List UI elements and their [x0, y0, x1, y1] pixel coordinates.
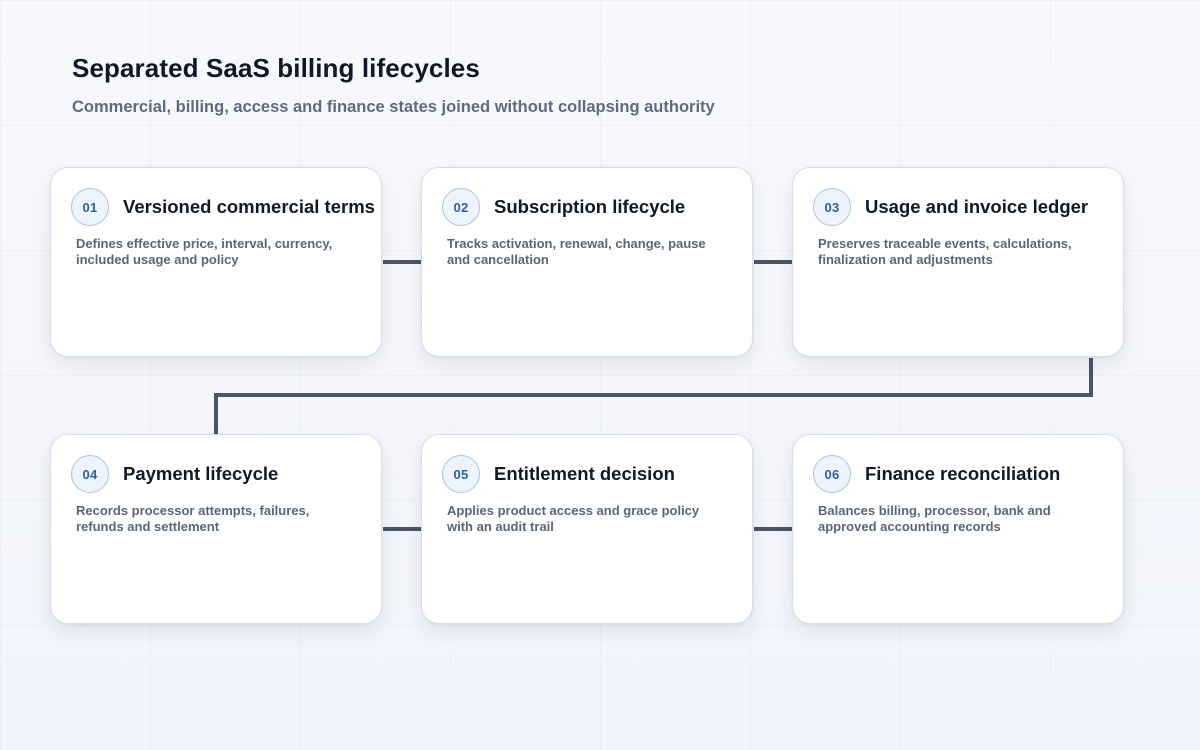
step-number-badge: 05 [442, 455, 480, 493]
step-title: Entitlement decision [494, 463, 675, 484]
step-title: Versioned commercial terms [123, 196, 375, 217]
step-description: Balances billing, processor, bank and ap… [818, 503, 1051, 534]
step-number-badge: 02 [442, 188, 480, 226]
step-card-02: 02 Subscription lifecycle Tracks activat… [421, 167, 753, 357]
page-title: Separated SaaS billing lifecycles [72, 53, 480, 83]
step-description: Records processor attempts, failures, re… [76, 503, 310, 534]
step-number-badge: 04 [71, 455, 109, 493]
step-card-05: 05 Entitlement decision Applies product … [421, 434, 753, 624]
step-card-03: 03 Usage and invoice ledger Preserves tr… [792, 167, 1124, 357]
step-number-badge: 01 [71, 188, 109, 226]
step-title: Usage and invoice ledger [865, 196, 1089, 217]
step-title: Finance reconciliation [865, 463, 1061, 484]
step-description: Applies product access and grace policy … [447, 503, 700, 534]
step-description: Tracks activation, renewal, change, paus… [447, 236, 706, 267]
step-description: Preserves traceable events, calculations… [818, 236, 1072, 267]
step-card-06: 06 Finance reconciliation Balances billi… [792, 434, 1124, 624]
page-subtitle: Commercial, billing, access and finance … [72, 98, 715, 116]
diagram-header: Separated SaaS billing lifecycles Commer… [72, 52, 1122, 118]
step-title: Payment lifecycle [123, 463, 279, 484]
step-title: Subscription lifecycle [494, 196, 686, 217]
step-card-04: 04 Payment lifecycle Records processor a… [50, 434, 382, 624]
step-description: Defines effective price, interval, curre… [76, 236, 333, 267]
step-number-badge: 06 [813, 455, 851, 493]
step-number-badge: 03 [813, 188, 851, 226]
step-card-01: 01 Versioned commercial terms Defines ef… [50, 167, 382, 357]
connector-03-04 [214, 358, 1093, 434]
